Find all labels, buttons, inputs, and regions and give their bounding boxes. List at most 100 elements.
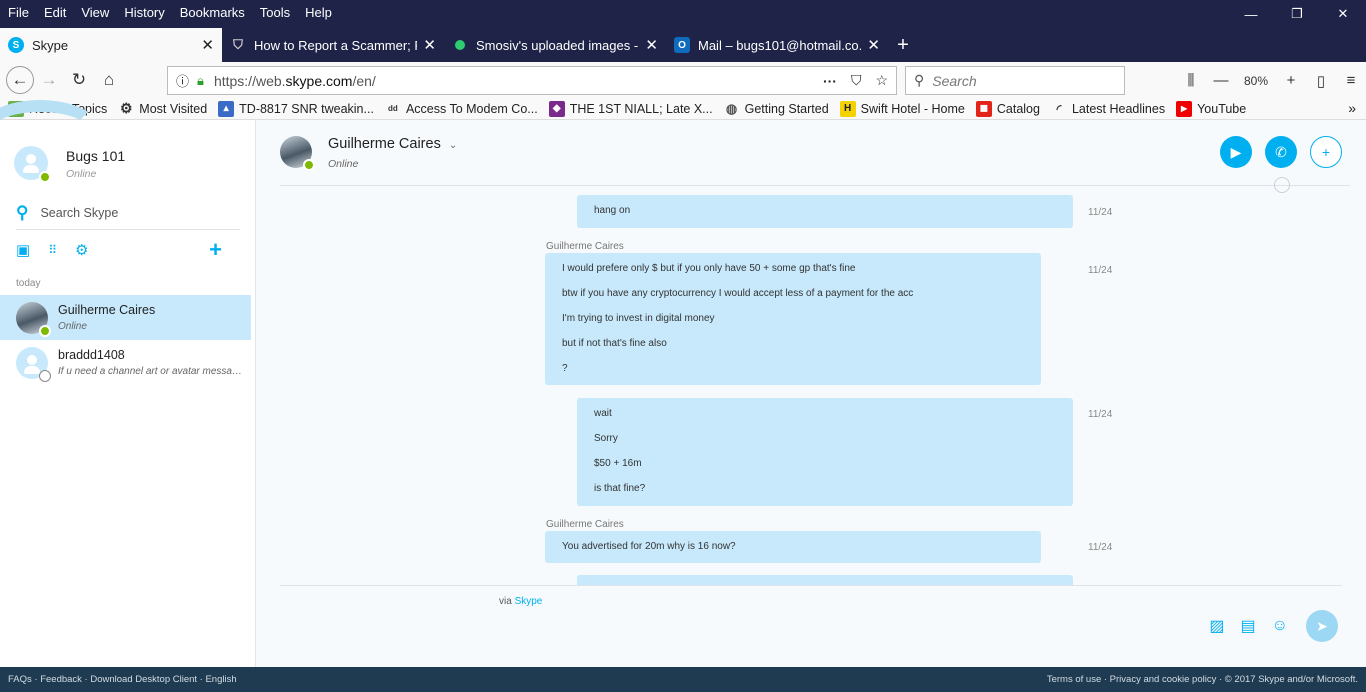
zoom-level[interactable]: 80% (1236, 74, 1276, 88)
menu-help[interactable]: Help (305, 5, 332, 20)
contacts-icon[interactable]: ▣ (16, 241, 30, 259)
bookmark-swift-hotel[interactable]: H Swift Hotel - Home (839, 100, 965, 117)
contact-braddd1408[interactable]: braddd1408 If u need a channel art or av… (0, 340, 251, 385)
video-call-button[interactable]: ▶ (1220, 136, 1252, 168)
search-icon: ⚲ (16, 202, 29, 222)
message-text: I'm trying to invest in digital money (562, 313, 715, 324)
tab-strip: S Skype ✕ ⛉ How to Report a Scammer; Rep… (0, 28, 1366, 62)
bookmark-star-icon[interactable]: ☆ (875, 72, 888, 89)
bookmark-label: TD-8817 SNR tweakin... (239, 101, 374, 116)
close-tab-icon[interactable]: ✕ (867, 36, 880, 54)
sidebar-icon[interactable]: ▯ (1306, 72, 1336, 90)
menu-file[interactable]: File (8, 5, 29, 20)
zoom-in-button[interactable]: + (1276, 72, 1306, 89)
tab-mail[interactable]: O Mail – bugs101@hotmail.co.uk ✕ (666, 28, 888, 62)
bookmark-label: Swift Hotel - Home (860, 101, 965, 116)
minimize-button[interactable]: — (1228, 0, 1274, 28)
message-text: Sorry (594, 433, 618, 444)
footer-links-right[interactable]: Terms of use · Privacy and cookie policy… (1047, 674, 1358, 685)
audio-call-button[interactable]: ✆ (1265, 136, 1297, 168)
menu-tools[interactable]: Tools (260, 5, 290, 20)
bookmark-latest-headlines[interactable]: ◜ Latest Headlines (1051, 101, 1165, 117)
bookmark-youtube[interactable]: ▶ YouTube (1176, 100, 1246, 117)
via-prefix: via (499, 596, 512, 607)
info-icon[interactable]: ⓘ (176, 71, 189, 90)
send-file-icon[interactable]: ▨ (1209, 616, 1224, 636)
tab-uploaded-images[interactable]: Smosiv's uploaded images - Im ✕ (444, 28, 666, 62)
bookmark-most-visited[interactable]: ⚙ Most Visited (118, 100, 207, 117)
menu-edit[interactable]: Edit (44, 5, 66, 20)
reload-button[interactable]: ↻ (64, 65, 94, 95)
message-bubble-received[interactable]: You advertised for 20m why is 16 now? (545, 531, 1041, 563)
more-bookmarks-icon[interactable]: » (1348, 100, 1356, 116)
page-actions-icon[interactable]: ··· (823, 73, 837, 89)
close-window-button[interactable]: ✕ (1320, 0, 1366, 28)
add-people-button[interactable]: + (1310, 136, 1342, 168)
tab-skype[interactable]: S Skype ✕ (0, 28, 222, 62)
menu-bar: File Edit View History Bookmarks Tools H… (0, 0, 347, 24)
bookmark-getting-started[interactable]: ◍ Getting Started (724, 101, 829, 117)
new-tab-button[interactable]: + (888, 28, 918, 62)
chat-header[interactable]: Guilherme Caires ⌄ Online (280, 136, 457, 171)
bookmark-label: THE 1ST NIALL; Late X... (569, 101, 713, 116)
url-bar[interactable]: ⓘ 🔒︎ https://web.skype.com/en/ ··· ⛉ ☆ (167, 66, 897, 95)
chat-panel: Guilherme Caires ⌄ Online ▶ ✆ + hang on … (256, 120, 1366, 667)
menu-bookmarks[interactable]: Bookmarks (180, 5, 245, 20)
presence-online-icon (303, 159, 315, 171)
pocket-icon[interactable]: ⛉ (851, 72, 862, 89)
globe-icon (1274, 177, 1290, 193)
footer-links-left[interactable]: FAQs · Feedback · Download Desktop Clien… (8, 674, 237, 685)
dialpad-icon[interactable]: ⠿ (48, 243, 57, 257)
bookmark-catalog[interactable]: ◼ Catalog (975, 100, 1040, 117)
tab-report-scammer[interactable]: ⛉ How to Report a Scammer; Rep ✕ (222, 28, 444, 62)
via-skype-link[interactable]: Skype (515, 596, 543, 607)
library-icon[interactable]: ⫼ (1176, 72, 1206, 89)
search-skype-placeholder: Search Skype (40, 205, 119, 220)
tab-label: Skype (32, 37, 69, 53)
hotel-icon: H (839, 100, 856, 117)
hamburger-menu-icon[interactable]: ≡ (1336, 72, 1366, 89)
tp-link-icon: ▴ (218, 100, 235, 117)
send-button[interactable]: ➤ (1306, 610, 1338, 642)
search-bar[interactable]: ⚲ Search (905, 66, 1125, 95)
bookmark-td-8817[interactable]: ▴ TD-8817 SNR tweakin... (218, 100, 374, 117)
search-skype-input[interactable]: ⚲ Search Skype (16, 196, 240, 230)
avatar (14, 146, 51, 183)
chevron-down-icon[interactable]: ⌄ (449, 140, 457, 151)
section-label: today (16, 278, 41, 289)
close-tab-icon[interactable]: ✕ (423, 36, 436, 54)
close-tab-icon[interactable]: ✕ (645, 36, 658, 54)
menu-view[interactable]: View (81, 5, 109, 20)
profile[interactable]: Bugs 101 Online (14, 146, 125, 183)
send-contact-icon[interactable]: ▤ (1241, 616, 1256, 636)
zoom-out-button[interactable]: — (1206, 72, 1236, 89)
sidebar-tools: ▣ ⠿ ⚙ + (16, 237, 240, 263)
skype-icon: S (8, 37, 24, 53)
message-text: is that fine? (594, 483, 646, 494)
add-icon[interactable]: + (209, 237, 222, 263)
back-button[interactable]: ← (6, 66, 34, 94)
via-skype-label: via Skype (499, 596, 542, 607)
contact-guilherme-caires[interactable]: Guilherme Caires Online (0, 295, 251, 340)
message-bubble-sent[interactable]: wait Sorry $50 + 16m is that fine? (577, 398, 1073, 506)
restore-button[interactable]: ❐ (1274, 0, 1320, 28)
bookmark-access-modem[interactable]: dd Access To Modem Co... (385, 101, 538, 117)
lock-icon: 🔒︎ (197, 72, 204, 88)
message-bubble-sent-partial[interactable] (577, 575, 1073, 585)
message-bubble-sent[interactable]: hang on (577, 195, 1073, 228)
close-tab-icon[interactable]: ✕ (201, 36, 214, 54)
menu-history[interactable]: History (124, 5, 164, 20)
bookmark-label: Latest Headlines (1071, 101, 1166, 116)
forward-button[interactable]: → (34, 65, 64, 95)
message-time: 11/24 (1088, 265, 1113, 276)
browser-chrome: File Edit View History Bookmarks Tools H… (0, 0, 1366, 62)
settings-gear-icon[interactable]: ⚙ (75, 241, 88, 259)
message-text: I would prefere only $ but if you only h… (562, 263, 856, 274)
message-text: ? (562, 363, 568, 374)
skype-sidebar: Bugs 101 Online ⚲ Search Skype ▣ ⠿ ⚙ + t… (0, 100, 256, 667)
bookmark-niall[interactable]: ◆ THE 1ST NIALL; Late X... (548, 100, 713, 117)
emoticon-icon[interactable]: ☺ (1272, 617, 1288, 635)
message-text: wait (594, 408, 612, 419)
home-button[interactable]: ⌂ (94, 65, 124, 95)
message-bubble-received[interactable]: I would prefere only $ but if you only h… (545, 253, 1041, 385)
